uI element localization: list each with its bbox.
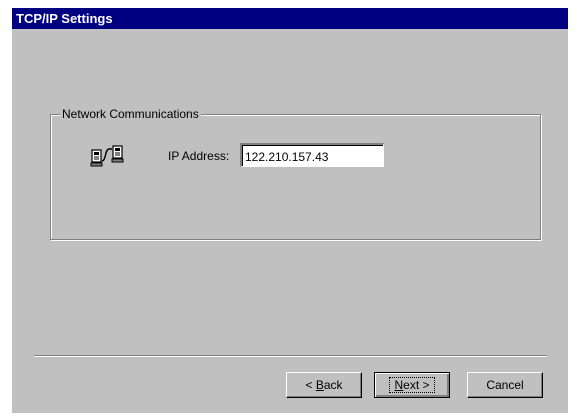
- title-bar: TCP/IP Settings: [12, 8, 568, 29]
- next-button[interactable]: Next >: [374, 372, 450, 398]
- next-button-mnemonic: N: [394, 378, 404, 392]
- groupbox-label: Network Communications: [60, 107, 201, 121]
- next-button-focus: Next >: [389, 377, 435, 393]
- next-button-rest: ext >: [403, 378, 430, 392]
- window-title: TCP/IP Settings: [16, 11, 113, 26]
- back-button-prefix: <: [305, 378, 316, 392]
- back-button-mnemonic: B: [315, 378, 324, 392]
- cancel-button[interactable]: Cancel: [467, 372, 543, 398]
- back-button-rest: ack: [323, 378, 343, 392]
- button-separator: [34, 355, 547, 357]
- ip-address-input[interactable]: [240, 143, 384, 167]
- tcpip-settings-window: TCP/IP Settings Network Communications I…: [12, 8, 568, 413]
- ip-address-label: IP Address:: [168, 149, 230, 163]
- network-connection-icon: [90, 145, 124, 167]
- network-communications-groupbox: [50, 114, 541, 240]
- back-button[interactable]: < Back: [286, 372, 362, 398]
